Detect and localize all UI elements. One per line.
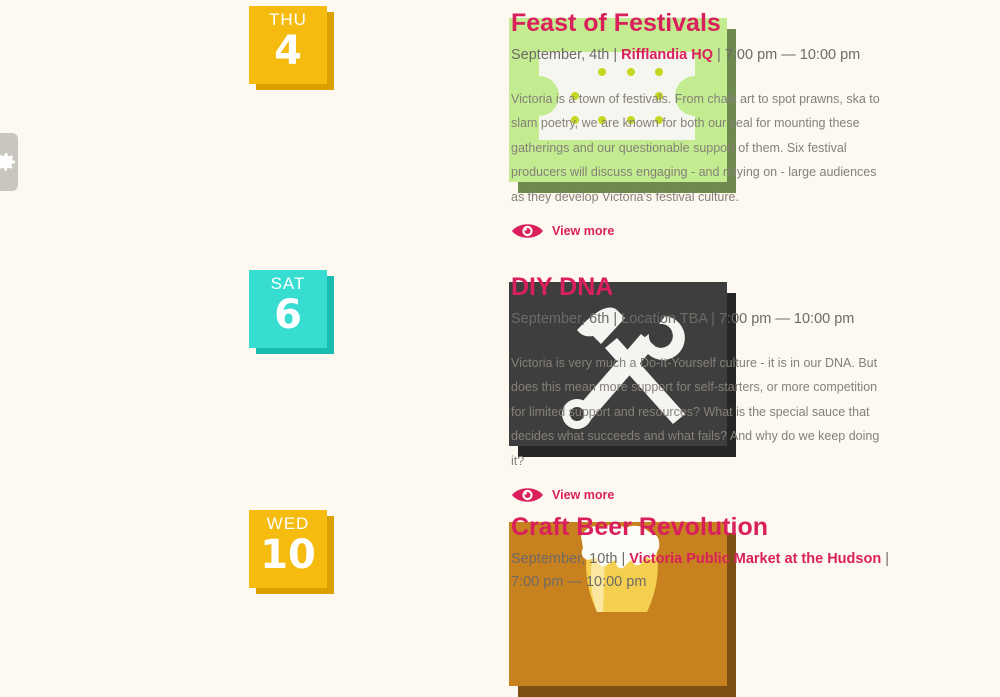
event-content: Feast of Festivals September, 4th | Riff… <box>511 8 891 241</box>
date-badge: WED 10 <box>249 510 327 588</box>
event-venue-link[interactable]: Rifflandia HQ <box>621 47 713 63</box>
event-date: September, 4th <box>511 47 610 63</box>
settings-side-tab[interactable] <box>0 133 18 191</box>
eye-icon <box>512 224 543 238</box>
date-day: WED <box>266 514 310 533</box>
event-meta: September, 10th | Victoria Public Market… <box>511 548 891 594</box>
date-badge: THU 4 <box>249 6 327 84</box>
event-venue-link[interactable]: Victoria Public Market at the Hudson <box>629 551 881 567</box>
event-date: September, 10th <box>511 551 618 567</box>
date-number: 10 <box>260 532 316 578</box>
view-more-link[interactable]: View more <box>511 485 891 505</box>
date-number: 4 <box>274 28 302 74</box>
view-more-label: View more <box>552 224 615 239</box>
meta-separator: | <box>881 551 889 567</box>
event-meta: September, 6th | Location TBA | 7:00 pm … <box>511 311 855 327</box>
event-title[interactable]: Craft Beer Revolution <box>511 512 891 542</box>
view-more-label: View more <box>552 488 615 503</box>
event-meta: September, 4th | Rifflandia HQ | 7:00 pm… <box>511 44 891 67</box>
gear-icon <box>0 153 15 171</box>
date-number: 6 <box>274 292 302 338</box>
meta-separator: | <box>617 551 630 567</box>
event-description: Victoria is a town of festivals. From ch… <box>511 92 880 204</box>
event-content: DIY DNA September, 6th | Location TBA | … <box>511 272 891 505</box>
date-day: SAT <box>270 274 306 293</box>
event-title[interactable]: DIY DNA <box>511 272 891 302</box>
event-time: 7:00 pm — 10:00 pm <box>511 574 647 590</box>
meta-separator: | <box>713 47 725 63</box>
event-description: Victoria is very much a Do-It-Yourself c… <box>511 356 880 468</box>
eye-icon <box>512 488 543 502</box>
event-title[interactable]: Feast of Festivals <box>511 8 891 38</box>
meta-separator: | <box>609 47 622 63</box>
event-content: Craft Beer Revolution September, 10th | … <box>511 512 891 594</box>
event-time: 7:00 pm — 10:00 pm <box>724 47 861 63</box>
view-more-link[interactable]: View more <box>511 221 891 241</box>
date-badge: SAT 6 <box>249 270 327 348</box>
date-day: THU <box>269 10 307 29</box>
